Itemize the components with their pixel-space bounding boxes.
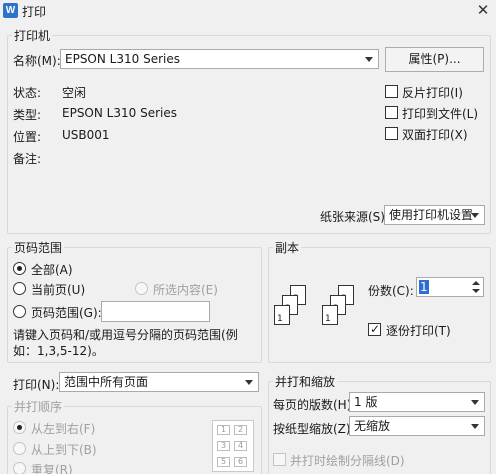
draw-borders-checkbox [273, 453, 286, 466]
order-top-bottom-label: 从上到下(B) [31, 443, 97, 457]
reverse-print-label[interactable]: 反片打印(I) [402, 84, 463, 101]
properties-button[interactable]: 属性(P)... [385, 47, 484, 72]
page-range-title: 页码范围 [12, 239, 65, 256]
window-title: 打印 [22, 5, 47, 19]
page-range-hint: 请键入页码和/或用逗号分隔的页码范围(例如：1,3,5-12)。 [13, 328, 238, 358]
range-pages-label[interactable]: 页码范围(G): [31, 304, 102, 321]
duplex-print-checkbox[interactable] [385, 127, 398, 140]
paper-source-label: 纸张来源(S): [320, 210, 390, 224]
range-current-radio[interactable] [13, 282, 26, 295]
paper-source-value: 使用打印机设置 [389, 208, 474, 222]
duplex-print-label[interactable]: 双面打印(X) [402, 126, 468, 143]
grid-cell: 4 [234, 441, 247, 451]
page-icon: 1 [274, 305, 290, 325]
printer-group-title: 打印机 [12, 27, 53, 44]
spin-up-icon[interactable] [470, 279, 482, 287]
range-all-radio[interactable] [13, 262, 26, 275]
collate-checkbox[interactable] [368, 322, 381, 336]
status-label: 状态: [13, 86, 42, 100]
print-what-select[interactable]: 范围中所有页面 [59, 372, 259, 392]
order-top-bottom-radio [13, 442, 26, 455]
reverse-print-checkbox[interactable] [385, 85, 398, 98]
range-pages-radio[interactable] [13, 305, 26, 318]
wps-writer-icon: W [3, 3, 18, 18]
order-repeat-label: 重复(R) [31, 463, 73, 474]
range-selection-radio [135, 282, 148, 295]
printer-name-label: 名称(M): [13, 54, 61, 68]
print-what-value: 范围中所有页面 [64, 375, 149, 389]
scale-label: 按纸型缩放(Z): [273, 422, 355, 436]
paper-source-select[interactable]: 使用打印机设置 [384, 205, 485, 225]
chevron-down-icon [245, 380, 253, 385]
location-value: USB001 [62, 128, 110, 142]
chevron-down-icon [471, 400, 479, 405]
pages-per-sheet-select[interactable]: 1 版 [349, 392, 485, 412]
chevron-down-icon [471, 213, 479, 218]
printer-name-select[interactable]: EPSON L310 Series [60, 49, 379, 69]
status-value: 空闲 [62, 86, 87, 100]
type-value: EPSON L310 Series [62, 106, 177, 120]
pages-per-sheet-label: 每页的版数(H): [273, 398, 356, 412]
range-current-label[interactable]: 当前页(U) [31, 281, 85, 298]
copies-count-spinner[interactable]: 1 [416, 277, 484, 297]
draw-borders-label: 并打时绘制分隔线(D) [290, 454, 405, 468]
page-range-input[interactable] [101, 301, 210, 322]
spin-down-icon[interactable] [470, 288, 482, 296]
print-to-file-label[interactable]: 打印到文件(L) [402, 105, 478, 122]
comment-label: 备注: [13, 152, 42, 166]
copies-count-value[interactable]: 1 [419, 280, 429, 294]
chevron-down-icon [365, 57, 373, 62]
page-icon: 1 [322, 305, 338, 325]
print-order-title: 并打顺序 [12, 398, 65, 415]
scale-select[interactable]: 无缩放 [349, 416, 485, 436]
collate-preview-stack-a: 3 2 1 [274, 285, 314, 335]
grid-cell: 2 [234, 425, 247, 435]
close-icon[interactable]: ✕ [472, 0, 494, 20]
collate-label[interactable]: 逐份打印(T) [386, 322, 451, 339]
print-what-label: 打印(N): [13, 378, 60, 392]
chevron-down-icon [471, 424, 479, 429]
grid-cell: 5 [217, 457, 230, 467]
order-preview-page: 1 2 3 4 5 6 [212, 420, 254, 472]
order-left-right-label: 从左到右(F) [31, 422, 96, 436]
grid-cell: 6 [234, 457, 247, 467]
type-label: 类型: [13, 108, 42, 122]
order-repeat-radio [13, 462, 26, 474]
collate-preview-stack-b: 3 2 1 [322, 285, 362, 335]
print-to-file-checkbox[interactable] [385, 106, 398, 119]
range-selection-label: 所选内容(E) [153, 283, 218, 297]
copies-title: 副本 [273, 239, 302, 256]
range-all-label[interactable]: 全部(A) [31, 261, 73, 278]
printer-name-value: EPSON L310 Series [65, 52, 180, 66]
order-left-right-radio [13, 421, 26, 434]
location-label: 位置: [13, 130, 42, 144]
copies-count-label: 份数(C): [368, 284, 414, 298]
title-bar [0, 0, 496, 22]
pages-per-sheet-value: 1 版 [354, 395, 378, 409]
grid-cell: 1 [217, 425, 230, 435]
grid-cell: 3 [217, 441, 230, 451]
zoom-title: 并打和缩放 [273, 373, 338, 390]
scale-value: 无缩放 [354, 419, 391, 433]
